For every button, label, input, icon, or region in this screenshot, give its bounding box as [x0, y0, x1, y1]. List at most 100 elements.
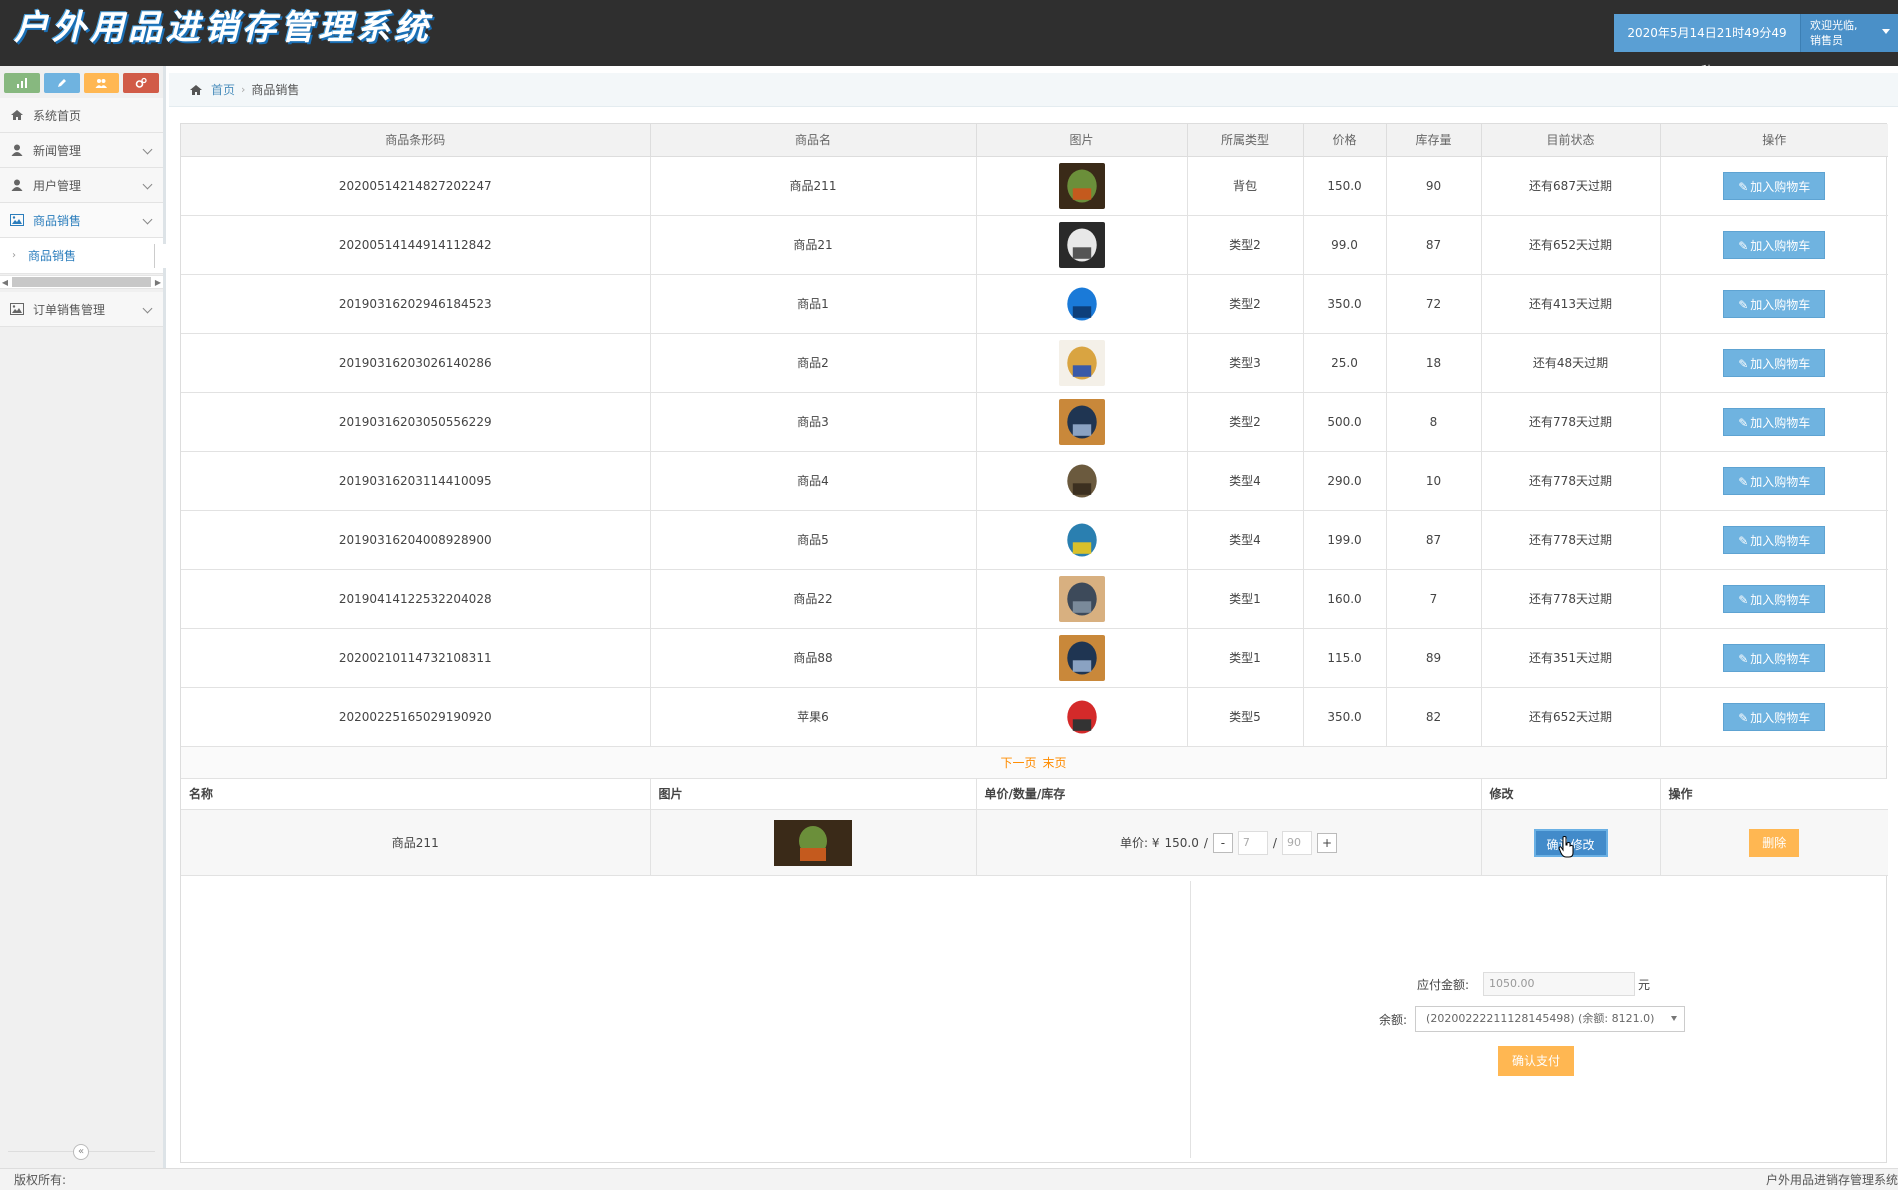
quantity-input[interactable]: 7: [1237, 830, 1268, 855]
sidebar-collapse-button[interactable]: «: [73, 1144, 89, 1160]
sidebar-subitem-sales[interactable]: › 商品销售: [0, 238, 166, 274]
add-to-cart-button[interactable]: ✎ 加入购物车: [1723, 230, 1826, 259]
user-role: 销售员: [1810, 34, 1843, 47]
product-name-cell: 商品1: [650, 274, 977, 334]
currency-unit: 元: [1638, 977, 1651, 992]
add-to-cart-button[interactable]: ✎ 加入购物车: [1723, 348, 1826, 377]
datetime-display: 2020年5月14日21时49分49秒: [1614, 14, 1800, 78]
barcode-cell: 20200514144914112842: [181, 215, 651, 275]
increase-quantity-button[interactable]: +: [1316, 832, 1337, 853]
breadcrumb-home-link[interactable]: 首页: [211, 81, 235, 98]
confirm-pay-button[interactable]: 确认支付: [1498, 1046, 1574, 1076]
confirm-edit-button[interactable]: 确认修改: [1533, 828, 1608, 857]
cart-item-name: 商品211: [181, 809, 651, 876]
stock-cell: 18: [1386, 333, 1482, 393]
app-title: 户外用品进销存管理系统: [14, 8, 432, 48]
table-row: 20200514144914112842 商品21 类型2 99.0 87 还有652天过…: [181, 215, 1888, 275]
status-cell: 还有778天过期: [1481, 392, 1661, 452]
image-cell: [976, 333, 1188, 393]
barcode-cell: 20190316204008928900: [181, 510, 651, 570]
type-cell: 类型1: [1187, 569, 1304, 629]
user-menu-button[interactable]: 欢迎光临, 销售员: [1800, 14, 1898, 52]
cart-row: 商品211 单价: ¥ 150.0 / - 7 / 90 + 确认修改 删除: [181, 809, 1888, 876]
scroll-right-icon[interactable]: ▶: [153, 278, 163, 287]
status-cell: 还有48天过期: [1481, 333, 1661, 393]
chevron-down-icon: [142, 144, 153, 155]
add-to-cart-button[interactable]: ✎ 加入购物车: [1723, 171, 1826, 200]
pencil-shortcut-button[interactable]: [43, 73, 80, 93]
edit-icon: ✎: [1738, 179, 1749, 194]
image-cell: [976, 451, 1188, 511]
users-shortcut-button[interactable]: [83, 73, 120, 93]
hand-cursor-icon: [1557, 835, 1573, 857]
add-to-cart-label: 加入购物车: [1750, 651, 1811, 666]
amount-row: 应付金额: 1050.00 元: [1417, 972, 1650, 996]
add-to-cart-button[interactable]: ✎ 加入购物车: [1723, 584, 1826, 613]
sidebar-subitem-label: 商品销售: [28, 249, 77, 263]
copyright-text: 版权所有:: [14, 1173, 67, 1187]
edit-icon: ✎: [1738, 710, 1749, 725]
edit-cell: 确认修改: [1481, 809, 1661, 876]
sidebar-item-news[interactable]: 新闻管理: [0, 133, 163, 168]
chart-icon: [16, 78, 27, 88]
table-row: 20200225165029190920 苹果6 类型5 350.0 82 还有652天过…: [181, 687, 1888, 747]
price-label: 单价: ¥: [1120, 836, 1160, 850]
sidebar-item-label: 用户管理: [33, 178, 82, 193]
chart-shortcut-button[interactable]: [4, 73, 40, 93]
pagination: 下一页 末页: [181, 746, 1886, 779]
add-to-cart-button[interactable]: ✎ 加入购物车: [1723, 525, 1826, 554]
type-cell: 类型2: [1187, 274, 1304, 334]
type-cell: 类型2: [1187, 215, 1304, 275]
price-cell: 350.0: [1303, 687, 1387, 747]
edit-icon: ✎: [1738, 474, 1749, 489]
type-cell: 背包: [1187, 156, 1304, 216]
breadcrumb-separator: ›: [241, 83, 246, 96]
add-to-cart-button[interactable]: ✎ 加入购物车: [1723, 643, 1826, 672]
stock-cell: 90: [1386, 156, 1482, 216]
scrollbar-thumb[interactable]: [12, 277, 151, 287]
stock-cell: 89: [1386, 628, 1482, 688]
price-cell: 199.0: [1303, 510, 1387, 570]
balance-select[interactable]: (20200222211128145498) (余额: 8121.0): [1415, 1006, 1686, 1032]
add-to-cart-button[interactable]: ✎ 加入购物车: [1723, 466, 1826, 495]
table-row: 20190414122532204028 商品22 类型1 160.0 7 还有778天过…: [181, 569, 1888, 629]
barcode-cell: 20190316203050556229: [181, 392, 651, 452]
sidebar-item-orders[interactable]: 订单销售管理: [0, 292, 163, 327]
sidebar-item-home[interactable]: 系统首页: [0, 98, 163, 133]
image-cell: [976, 687, 1188, 747]
stock-cell: 72: [1386, 274, 1482, 334]
users-icon: [95, 79, 108, 88]
action-cell: ✎ 加入购物车: [1660, 628, 1888, 688]
scroll-left-icon[interactable]: ◀: [0, 278, 10, 287]
add-to-cart-button[interactable]: ✎ 加入购物车: [1723, 407, 1826, 436]
product-name-cell: 商品211: [650, 156, 977, 216]
cogs-shortcut-button[interactable]: [123, 73, 159, 93]
amount-input[interactable]: 1050.00: [1483, 972, 1636, 996]
image-cell: [976, 156, 1188, 216]
sidebar-item-users[interactable]: 用户管理: [0, 168, 163, 203]
add-to-cart-button[interactable]: ✎ 加入购物车: [1723, 702, 1826, 731]
barcode-cell: 20190316203026140286: [181, 333, 651, 393]
price-cell: 290.0: [1303, 451, 1387, 511]
angle-right-icon: ›: [12, 250, 16, 261]
image-cell: [976, 510, 1188, 570]
column-header: 商品名: [650, 124, 977, 157]
last-page-link[interactable]: 末页: [1043, 756, 1067, 770]
type-cell: 类型4: [1187, 510, 1304, 570]
product-name-cell: 商品2: [650, 333, 977, 393]
top-navbar: 户外用品进销存管理系统 2020年5月14日21时49分49秒 欢迎光临, 销售…: [0, 0, 1898, 78]
edit-icon: ✎: [1738, 415, 1749, 430]
column-header: 目前状态: [1481, 124, 1661, 157]
main-content: 首页 › 商品销售 商品条形码 商品名 图片 所属类型 价格 库存量 目前状态 …: [169, 66, 1898, 1168]
image-cell: [976, 215, 1188, 275]
decrease-quantity-button[interactable]: -: [1212, 832, 1233, 853]
edit-icon: ✎: [1738, 297, 1749, 312]
delete-button[interactable]: 删除: [1749, 828, 1800, 857]
goods-table: 商品条形码 商品名 图片 所属类型 价格 库存量 目前状态 操作 2020051…: [181, 124, 1888, 747]
sidebar-item-sales[interactable]: 商品销售: [0, 203, 163, 238]
footer: 版权所有: 户外用品进销存管理系统: [0, 1168, 1898, 1190]
sidebar-scrollbar[interactable]: ◀ ▶: [0, 275, 163, 289]
next-page-link[interactable]: 下一页: [1000, 756, 1036, 770]
add-to-cart-button[interactable]: ✎ 加入购物车: [1723, 289, 1826, 318]
edit-icon: ✎: [1738, 533, 1749, 548]
